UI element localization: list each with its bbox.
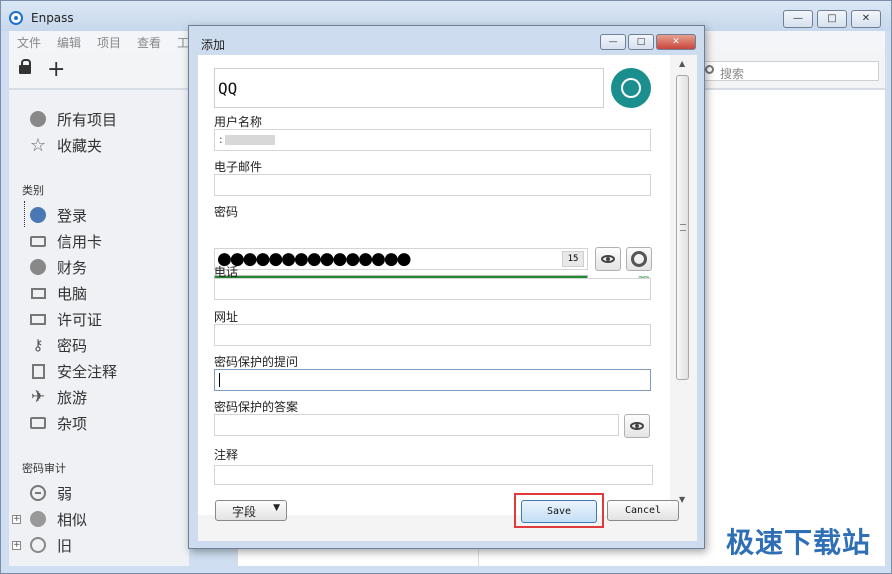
briefcase-icon: [29, 414, 47, 432]
add-icon[interactable]: +: [47, 59, 65, 81]
url-label: 网址: [214, 310, 239, 324]
field-dropdown-button[interactable]: 字段 ▼: [215, 500, 287, 521]
dialog-title: 添加: [201, 38, 226, 52]
dialog-body: QQ 用户名称 : 电子邮件 密码 ●●●●●●●●●●●●●●● 15 强 电…: [198, 55, 697, 541]
menu-edit[interactable]: 编辑: [57, 34, 81, 51]
dialog-close-button[interactable]: ✕: [656, 34, 696, 50]
eye-icon: [601, 255, 615, 263]
item-icon-button[interactable]: [611, 68, 651, 108]
info-circle-icon: [29, 110, 47, 128]
form-area: QQ 用户名称 : 电子邮件 密码 ●●●●●●●●●●●●●●● 15 强 电…: [198, 55, 670, 515]
text-cursor: [219, 373, 220, 387]
scroll-thumb[interactable]: [676, 75, 689, 380]
selection-marker: [24, 201, 25, 227]
watermark: 极速下载站: [725, 526, 871, 559]
sidebar-item-license[interactable]: 许可证: [29, 308, 102, 330]
note-icon: [29, 362, 47, 380]
redacted-username: [224, 135, 275, 145]
save-button[interactable]: Save: [521, 500, 597, 523]
item-title-input[interactable]: QQ: [214, 68, 604, 108]
sidebar-item-login[interactable]: 登录: [29, 204, 87, 226]
close-button[interactable]: ✕: [851, 10, 881, 28]
globe-icon: [621, 78, 641, 98]
phone-field[interactable]: [214, 278, 651, 300]
password-generator-button[interactable]: [626, 247, 652, 271]
username-field[interactable]: :: [214, 129, 651, 151]
scroll-up-icon[interactable]: ▲: [679, 59, 685, 68]
minimize-button[interactable]: —: [783, 10, 813, 28]
sidebar-item-old[interactable]: 旧: [29, 534, 72, 556]
sidebar-item-all[interactable]: 所有项目: [29, 108, 117, 130]
notes-label: 注释: [214, 448, 239, 462]
menu-file[interactable]: 文件: [17, 34, 41, 51]
security-answer-field[interactable]: [214, 414, 619, 436]
credit-card-icon: [29, 232, 47, 250]
sidebar: 所有项目 ☆ 收藏夹 类别 登录 信用卡 财务 电脑 许可证 ⚷ 密码 安全注释…: [9, 90, 189, 566]
key-icon: ⚷: [32, 336, 44, 354]
cancel-button[interactable]: Cancel: [607, 500, 679, 521]
clock-icon: [29, 536, 47, 554]
star-icon: ☆: [29, 134, 47, 156]
minus-circle-icon: [29, 484, 47, 502]
email-label: 电子邮件: [214, 160, 263, 174]
security-question-field[interactable]: [214, 369, 651, 391]
menu-item[interactable]: 项目: [97, 34, 121, 51]
airplane-icon: ✈: [30, 387, 46, 407]
expand-old-icon[interactable]: +: [12, 541, 21, 550]
lock-icon[interactable]: [19, 59, 31, 74]
search-placeholder: 搜索: [720, 67, 745, 81]
sidebar-item-computer[interactable]: 电脑: [29, 282, 87, 304]
password-field[interactable]: ●●●●●●●●●●●●●●●: [214, 248, 588, 270]
expand-similar-icon[interactable]: +: [12, 515, 21, 524]
show-password-button[interactable]: [595, 247, 621, 271]
finance-icon: [29, 258, 47, 276]
show-answer-button[interactable]: [624, 414, 650, 438]
sidebar-item-secure-note[interactable]: 安全注释: [29, 360, 117, 382]
sidebar-item-misc[interactable]: 杂项: [29, 412, 87, 434]
form-scrollbar[interactable]: ▲ ▼: [674, 55, 691, 515]
eye-icon: [630, 422, 644, 430]
app-title: Enpass: [31, 11, 74, 25]
globe-icon: [29, 206, 47, 224]
password-label: 密码: [214, 205, 239, 219]
email-field[interactable]: [214, 174, 651, 196]
license-icon: [29, 310, 47, 328]
enpass-logo-icon: [9, 11, 23, 25]
computer-icon: [29, 284, 47, 302]
password-length-badge: 15: [562, 251, 584, 267]
sidebar-item-weak[interactable]: 弱: [29, 482, 72, 504]
username-label: 用户名称: [214, 115, 263, 129]
sidebar-item-finance[interactable]: 财务: [29, 256, 87, 278]
dialog-window-controls: — □ ✕: [600, 34, 696, 50]
sidebar-item-credit-card[interactable]: 信用卡: [29, 230, 102, 252]
url-field[interactable]: [214, 324, 651, 346]
chevron-down-icon: ▼: [273, 503, 280, 513]
menu-view[interactable]: 查看: [137, 34, 161, 51]
dialog-minimize-button[interactable]: —: [600, 34, 626, 50]
search-input[interactable]: 搜索: [699, 61, 879, 81]
maximize-button[interactable]: □: [817, 10, 847, 28]
similar-icon: [29, 510, 47, 528]
security-answer-label: 密码保护的答案: [214, 400, 299, 414]
window-controls: — □ ✕: [783, 10, 881, 28]
search-icon: [705, 65, 714, 74]
security-question-label: 密码保护的提问: [214, 355, 299, 369]
dialog-maximize-button[interactable]: □: [628, 34, 654, 50]
notes-field[interactable]: [214, 465, 653, 485]
scroll-down-icon[interactable]: ▼: [679, 495, 685, 504]
sidebar-item-favorites[interactable]: ☆ 收藏夹: [29, 134, 102, 156]
add-dialog: 添加 — □ ✕ QQ 用户名称 : 电子邮件 密码 ●●●●●●●●●●●●●…: [188, 25, 705, 549]
sidebar-item-similar[interactable]: 相似: [29, 508, 87, 530]
gear-icon: [631, 251, 647, 267]
audit-header: 密码审计: [22, 462, 66, 475]
sidebar-item-password[interactable]: ⚷ 密码: [29, 334, 88, 356]
category-header: 类别: [22, 184, 44, 197]
sidebar-item-travel[interactable]: ✈ 旅游: [29, 386, 87, 408]
